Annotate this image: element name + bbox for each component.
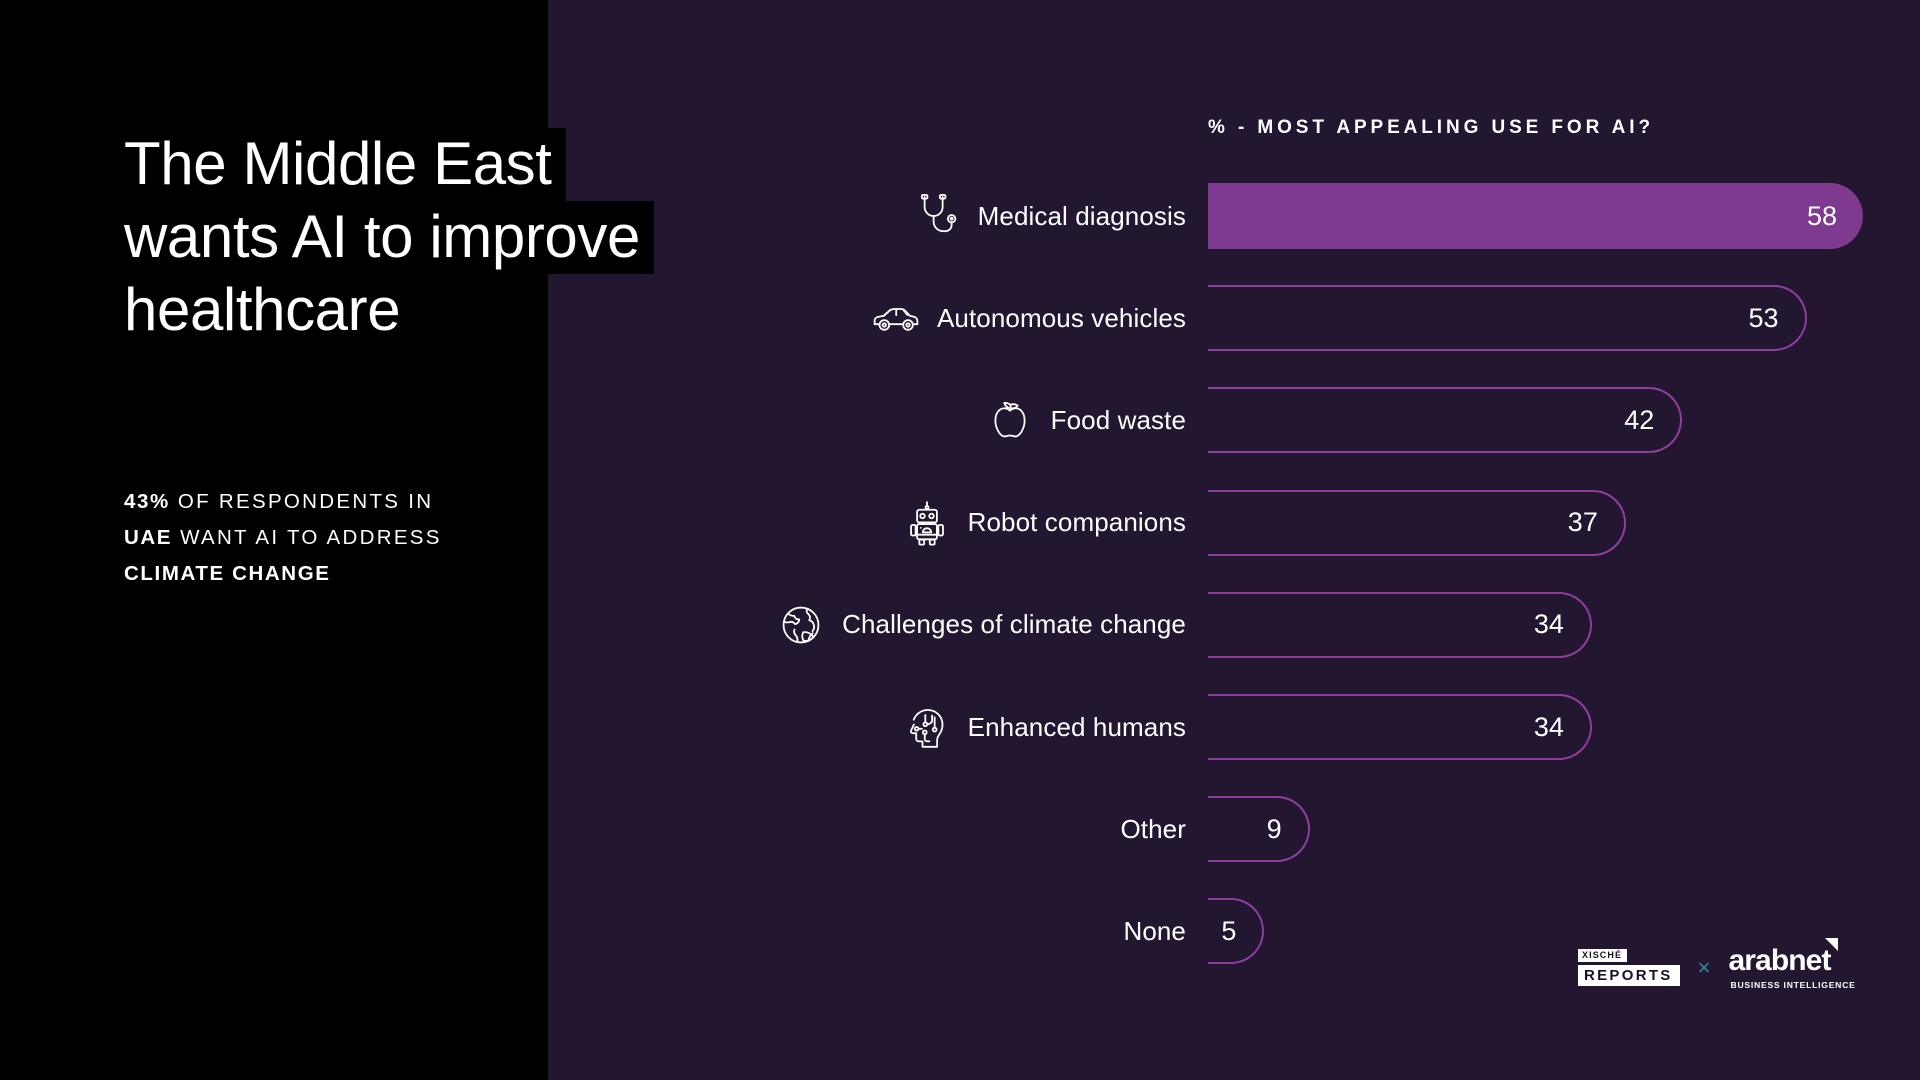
chart-bar: 42	[1208, 387, 1683, 454]
chart-bar-value: 53	[1748, 302, 1779, 333]
chart-bar-value: 37	[1567, 507, 1598, 538]
arabnet-flag-icon	[1824, 938, 1838, 951]
subtitle-topic: CLIMATE CHANGE	[124, 562, 331, 586]
apple-icon	[983, 393, 1037, 447]
arabnet-tagline: BUSINESS INTELLIGENCE	[1730, 980, 1856, 990]
xische-reports-logo: XISCHÉ REPORTS	[1578, 949, 1680, 987]
chart-row: Food waste 42	[0, 387, 1920, 454]
chart-row-label-group: Challenges of climate change	[774, 592, 1186, 658]
chart-bar-value: 58	[1806, 200, 1837, 231]
xische-wordmark: XISCHÉ	[1578, 949, 1628, 963]
chart-bar: 34	[1208, 694, 1592, 760]
chart-bar: 58	[1208, 183, 1863, 249]
title-line-1: The Middle East	[124, 128, 566, 201]
subtitle-line-3: CLIMATE CHANGE	[124, 556, 337, 593]
page-title: The Middle East wants AI to improve heal…	[124, 128, 884, 347]
chart-category-label: Challenges of climate change	[842, 609, 1186, 640]
subtitle-line-2-text: WANT AI TO ADDRESS	[172, 526, 442, 550]
logo-group: XISCHÉ REPORTS × arabnet BUSINESS INTELL…	[1578, 938, 1856, 990]
chart-bar-value: 9	[1266, 813, 1282, 844]
reports-wordmark: REPORTS	[1578, 965, 1680, 987]
chart-row: Enhanced humans 34	[0, 694, 1920, 760]
chart-row-label-group: Medical diagnosis	[910, 183, 1186, 249]
arabnet-wordmark: arabnet	[1728, 938, 1838, 977]
chart-category-label: Autonomous vehicles	[936, 302, 1186, 333]
chart-bar-value: 5	[1221, 915, 1237, 946]
chart-category-label: None	[1123, 915, 1186, 946]
chart-row-label-group: Other	[1120, 796, 1186, 862]
subtitle: 43% OF RESPONDENTS IN UAE WANT AI TO ADD…	[124, 484, 884, 593]
chart-row-label-group: Robot companions	[900, 490, 1186, 556]
chart-row: Other 9	[0, 796, 1920, 863]
chart-category-label: Enhanced humans	[967, 711, 1186, 742]
arabnet-logo: arabnet BUSINESS INTELLIGENCE	[1728, 938, 1856, 990]
robot-icon	[900, 496, 954, 550]
globe-leaf-icon	[774, 598, 828, 652]
subtitle-line-1: 43% OF RESPONDENTS IN	[124, 484, 440, 521]
subtitle-stat: 43%	[124, 490, 170, 513]
chart-bar-value: 34	[1533, 609, 1564, 640]
stethoscope-icon	[910, 189, 964, 243]
chart-bar: 37	[1208, 489, 1626, 556]
chart-row-label-group: Food waste	[983, 387, 1186, 453]
chart-bar: 9	[1208, 796, 1310, 863]
chart-category-label: Robot companions	[967, 507, 1186, 538]
head-circuit-icon	[900, 700, 954, 754]
chart-bar: 5	[1208, 898, 1265, 965]
chart-category-label: Other	[1120, 813, 1186, 844]
subtitle-line-1-text: OF RESPONDENTS IN	[169, 490, 434, 513]
title-line-2: wants AI to improve	[124, 200, 654, 274]
title-line-3: healthcare	[124, 273, 415, 347]
chart-row-label-group: Enhanced humans	[900, 694, 1186, 760]
chart-bar-value: 34	[1533, 711, 1564, 742]
chart-row-label-group: Autonomous vehicles	[869, 285, 1186, 351]
chart-title: % - MOST APPEALING USE FOR AI?	[1208, 117, 1654, 138]
arabnet-text: arabnet	[1728, 944, 1831, 977]
chart-bar: 53	[1208, 285, 1807, 352]
chart-row: Challenges of climate change 34	[0, 591, 1920, 658]
chart-category-label: Medical diagnosis	[977, 200, 1186, 231]
chart-bar: 34	[1208, 591, 1592, 658]
chart-row-label-group: None	[1123, 898, 1186, 964]
subtitle-line-2: UAE WANT AI TO ADDRESS	[124, 520, 448, 557]
subtitle-country: UAE	[124, 526, 173, 550]
logo-separator-x: ×	[1697, 954, 1711, 980]
chart-category-label: Food waste	[1050, 404, 1186, 435]
chart-bar-value: 42	[1624, 404, 1655, 435]
